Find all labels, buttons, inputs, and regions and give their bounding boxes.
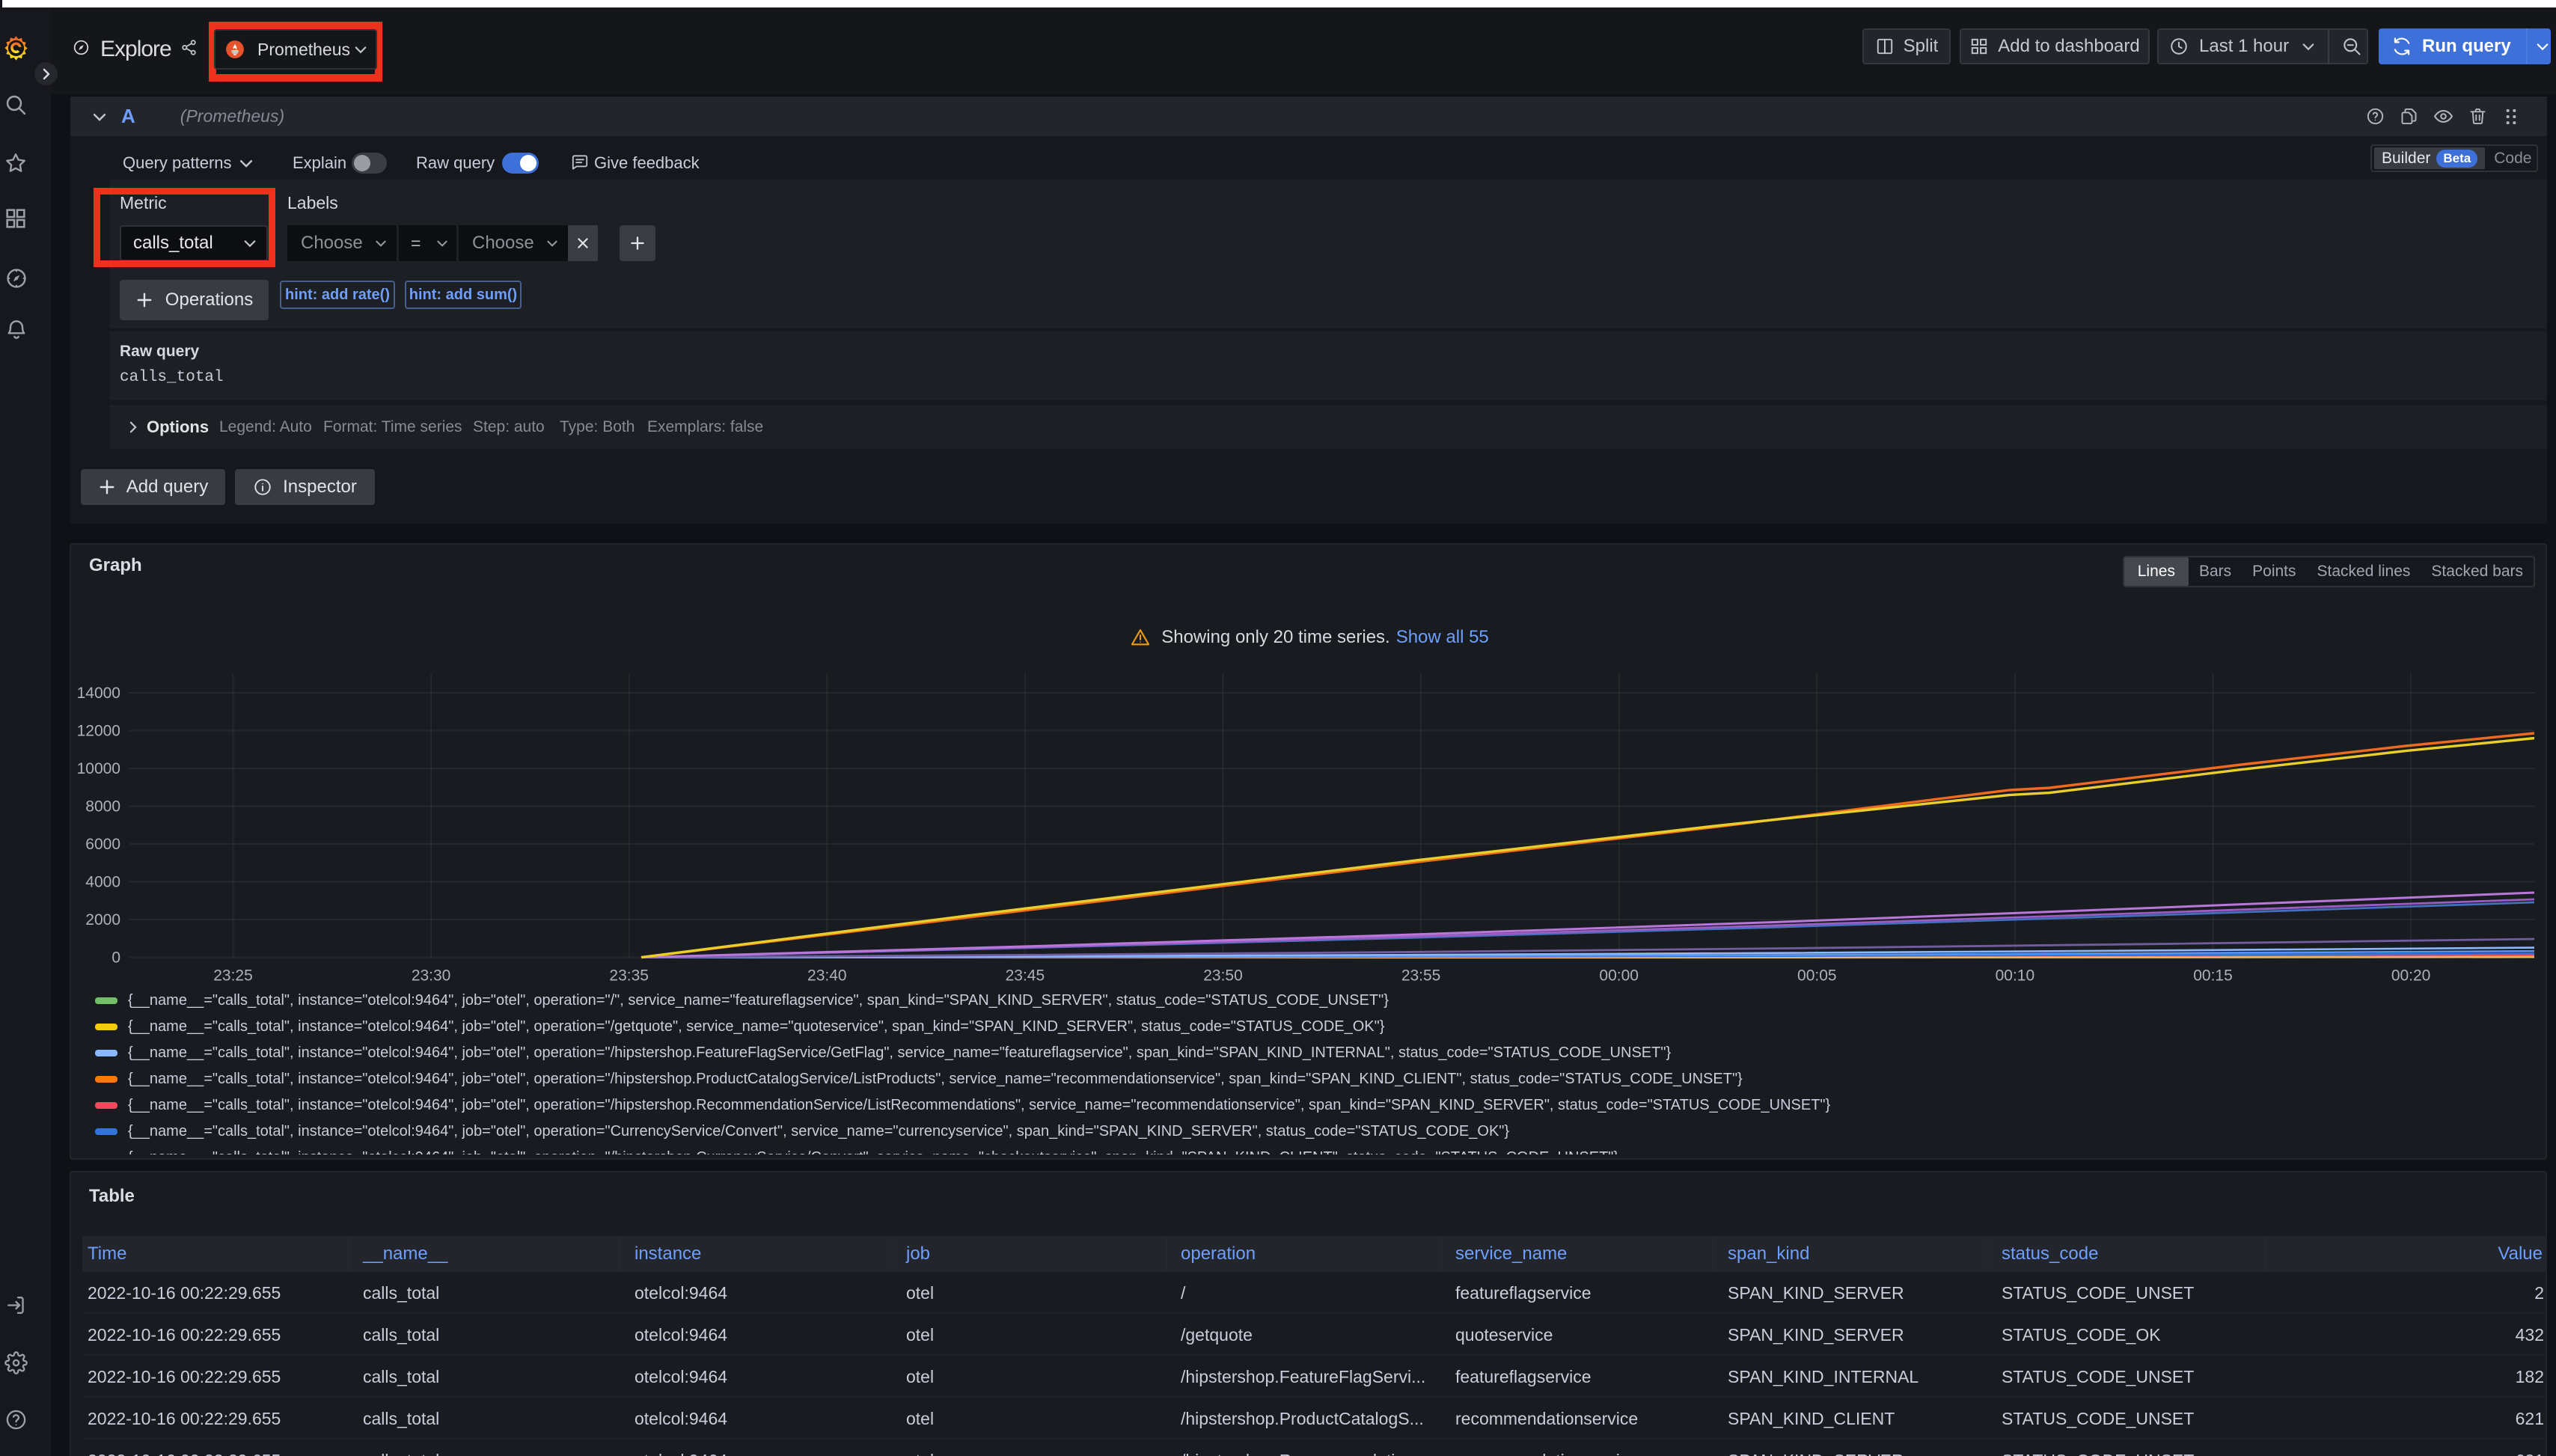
svg-text:23:25: 23:25 [213,967,253,985]
svg-text:00:00: 00:00 [1599,967,1639,985]
svg-text:12000: 12000 [77,723,120,740]
svg-text:00:10: 00:10 [1996,967,2035,985]
svg-text:8000: 8000 [85,798,120,816]
svg-text:0: 0 [111,949,120,967]
svg-text:14000: 14000 [77,685,120,702]
svg-text:23:35: 23:35 [609,967,649,985]
svg-text:23:55: 23:55 [1401,967,1441,985]
svg-text:2000: 2000 [85,911,120,929]
svg-text:00:20: 00:20 [2391,967,2431,985]
svg-text:6000: 6000 [85,836,120,853]
svg-text:00:05: 00:05 [1797,967,1837,985]
svg-text:10000: 10000 [77,760,120,777]
svg-text:23:40: 23:40 [807,967,847,985]
svg-text:4000: 4000 [85,874,120,891]
svg-text:23:30: 23:30 [412,967,451,985]
svg-text:23:50: 23:50 [1203,967,1243,985]
svg-text:23:45: 23:45 [1006,967,1045,985]
svg-text:00:15: 00:15 [2193,967,2233,985]
